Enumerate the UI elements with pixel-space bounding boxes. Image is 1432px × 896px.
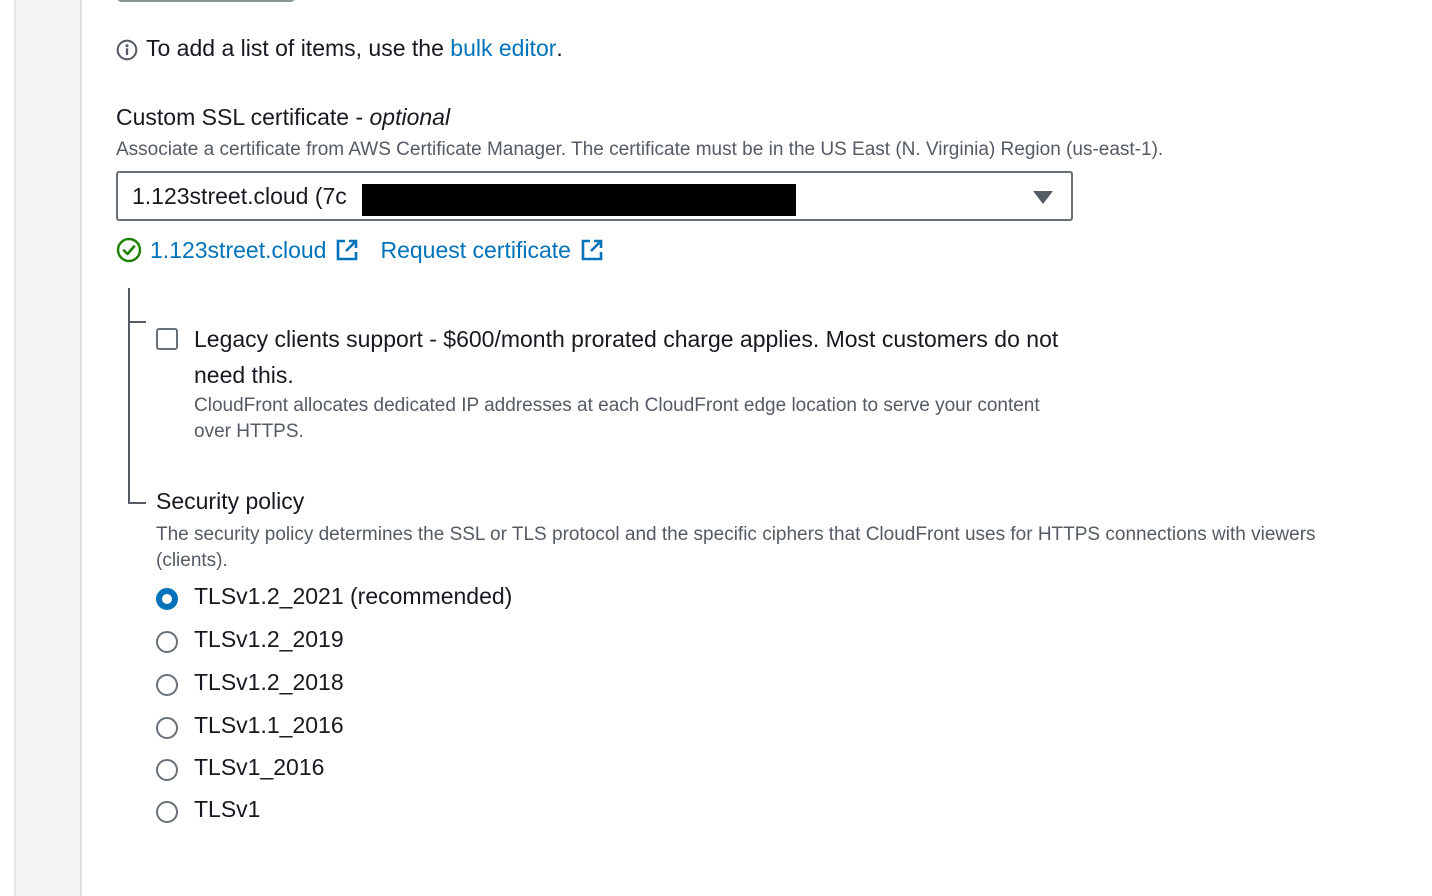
hint-text: To add a list of items, use the <box>146 34 451 61</box>
radio-tlsv1-1-2016[interactable] <box>156 717 178 739</box>
nesting-tick <box>128 321 146 323</box>
ssl-certificate-value: 1.123street.cloud (7c <box>132 183 347 209</box>
radio-label[interactable]: TLSv1.2_2019 <box>194 626 344 653</box>
certificate-links: 1.123street.cloud Request certificate <box>116 234 625 266</box>
certificate-link[interactable]: 1.123street.cloud <box>150 237 326 264</box>
bulk-editor-hint: To add a list of items, use the bulk edi… <box>116 33 563 63</box>
ssl-certificate-description: Associate a certificate from AWS Certifi… <box>116 139 1164 160</box>
ssl-certificate-label: Custom SSL certificate - optional <box>116 104 450 131</box>
ssl-label-optional: optional <box>369 104 451 130</box>
previous-button-edge[interactable] <box>116 0 296 2</box>
legacy-clients-description: CloudFront allocates dedicated IP addres… <box>194 395 1040 442</box>
radio-tlsv1-2-2019[interactable] <box>156 631 178 653</box>
redaction-bar <box>362 184 796 216</box>
radio-label[interactable]: TLSv1.2_2018 <box>194 669 344 696</box>
security-policy-label: Security policy <box>156 488 305 514</box>
success-check-icon <box>116 237 142 263</box>
radio-label[interactable]: TLSv1.1_2016 <box>194 712 344 739</box>
radio-tlsv1[interactable] <box>156 801 178 823</box>
hint-period: . <box>556 34 563 61</box>
request-certificate-link[interactable]: Request certificate <box>380 237 570 264</box>
legacy-clients-label[interactable]: Legacy clients support - $600/month pror… <box>194 321 1094 393</box>
ssl-label-text: Custom SSL certificate - <box>116 104 370 130</box>
info-icon <box>116 37 138 61</box>
radio-label[interactable]: TLSv1 <box>194 796 260 823</box>
radio-label[interactable]: TLSv1.2_2021 (recommended) <box>194 583 512 610</box>
bulk-editor-link[interactable]: bulk editor <box>450 35 556 62</box>
radio-tlsv1-2-2018[interactable] <box>156 674 178 696</box>
legacy-clients-checkbox[interactable] <box>156 328 178 350</box>
caret-down-icon <box>1033 191 1053 204</box>
external-link-icon[interactable] <box>334 237 360 263</box>
radio-label[interactable]: TLSv1_2016 <box>194 754 324 781</box>
nesting-tick <box>128 502 146 504</box>
outer-left-border <box>0 0 16 896</box>
external-link-icon[interactable] <box>579 237 605 263</box>
security-policy-description: The security policy determines the SSL o… <box>156 524 1316 571</box>
ssl-certificate-select[interactable]: 1.123street.cloud (7c <box>116 171 1073 221</box>
radio-tlsv1-2016[interactable] <box>156 759 178 781</box>
left-gutter <box>16 0 82 896</box>
radio-tlsv1-2-2021[interactable] <box>156 588 178 610</box>
